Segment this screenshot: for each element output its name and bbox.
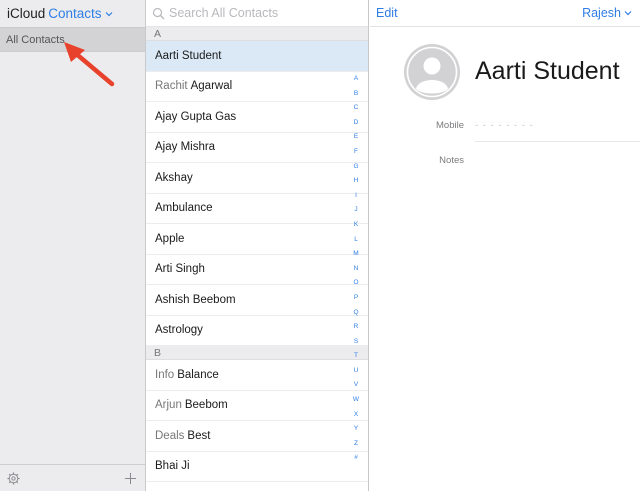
group-label: All Contacts: [6, 34, 65, 46]
index-letter[interactable]: B: [354, 87, 358, 102]
chevron-down-icon: [105, 11, 112, 16]
index-letter[interactable]: A: [354, 72, 358, 87]
section-header: A: [146, 27, 368, 41]
contact-name: Aarti Student: [475, 57, 620, 85]
contact-name-label: Ashish Beebom: [155, 293, 236, 306]
index-letter[interactable]: K: [354, 218, 358, 233]
gear-icon[interactable]: [7, 472, 20, 485]
contact-name-label: Ambulance: [155, 202, 213, 215]
index-letter[interactable]: Y: [354, 422, 358, 437]
contact-first-name: Deals: [155, 429, 185, 442]
contact-row[interactable]: Info Balance: [146, 360, 368, 391]
sidebar-header: iCloud Contacts: [0, 0, 145, 27]
section-header: B: [146, 346, 368, 360]
index-letter[interactable]: R: [354, 320, 359, 335]
contact-row[interactable]: Aarti Student: [146, 41, 368, 72]
index-letter[interactable]: L: [354, 233, 358, 248]
contact-row[interactable]: Ajay Gupta Gas: [146, 102, 368, 133]
contact-name-label: Ajay Mishra: [155, 141, 216, 154]
contact-row[interactable]: Deals Best: [146, 421, 368, 452]
contact-name-label: Balance: [177, 368, 219, 381]
contact-row[interactable]: Arti Singh: [146, 255, 368, 285]
detail-header: Edit Rajesh: [370, 0, 640, 27]
arrow-annotation: [64, 42, 115, 87]
notes-label: Notes: [439, 155, 464, 166]
contact-first-name: Rachit: [155, 80, 188, 93]
contact-name-label: Bhai Ji: [155, 460, 190, 473]
contact-name-label: Ajay Gupta Gas: [155, 110, 237, 123]
index-letter[interactable]: C: [354, 101, 359, 116]
plus-icon[interactable]: [124, 472, 137, 485]
index-letter[interactable]: V: [354, 378, 358, 393]
contact-name-label: Arti Singh: [155, 263, 205, 276]
contact-name-label: Astrology: [155, 324, 203, 337]
index-letter[interactable]: D: [354, 116, 359, 131]
sidebar-footer: [0, 464, 145, 491]
index-letter[interactable]: H: [354, 174, 359, 189]
contact-name-label: Beebom: [184, 399, 228, 412]
contact-first-name: Arjun: [155, 399, 182, 412]
index-letter[interactable]: Z: [354, 437, 358, 452]
index-letter[interactable]: I: [355, 189, 357, 204]
alphabet-index[interactable]: A B C D E F G H I J K L M N O P Q R S T U V W X Y Z #: [347, 72, 365, 466]
mobile-value[interactable]: - - - - - - - -: [475, 120, 534, 131]
search-input[interactable]: Search All Contacts: [169, 6, 278, 20]
index-letter[interactable]: P: [354, 291, 358, 306]
field-divider: [475, 141, 640, 142]
contact-row[interactable]: Apple: [146, 224, 368, 255]
app-name: Contacts: [48, 6, 102, 21]
contact-row[interactable]: Ajay Mishra: [146, 133, 368, 163]
index-letter[interactable]: X: [354, 408, 358, 423]
index-letter[interactable]: N: [354, 262, 359, 277]
contact-name-label: Aarti Student: [155, 49, 222, 62]
contact-first-name: Info: [155, 368, 175, 381]
avatar-placeholder-icon: [404, 44, 460, 100]
index-letter[interactable]: O: [353, 276, 358, 291]
index-letter[interactable]: T: [354, 349, 358, 364]
brand-label: iCloud: [7, 6, 46, 21]
index-letter[interactable]: Q: [353, 306, 358, 321]
index-letter[interactable]: M: [353, 247, 358, 262]
chevron-down-icon: [624, 11, 632, 16]
index-letter[interactable]: G: [353, 160, 358, 175]
contact-row[interactable]: Rachit Agarwal: [146, 72, 368, 102]
account-name: Rajesh: [582, 6, 621, 20]
search-bar[interactable]: Search All Contacts: [146, 0, 368, 27]
edit-button[interactable]: Edit: [376, 6, 398, 20]
contact-row[interactable]: Astrology: [146, 316, 368, 346]
index-letter[interactable]: S: [354, 335, 358, 350]
contact-row[interactable]: Ambulance: [146, 194, 368, 224]
search-icon: [152, 7, 165, 19]
contact-list: A Aarti Student Rachit Agarwal Ajay Gupta Ga…: [146, 27, 368, 482]
contact-row[interactable]: Akshay: [146, 163, 368, 194]
mobile-label: Mobile: [436, 120, 464, 131]
account-menu-button[interactable]: Rajesh: [582, 6, 632, 20]
contact-name-label: Best: [187, 429, 211, 442]
contact-name-label: Agarwal: [190, 80, 233, 93]
contact-row[interactable]: Arjun Beebom: [146, 391, 368, 421]
index-letter[interactable]: J: [354, 203, 357, 218]
index-letter[interactable]: #: [354, 451, 358, 466]
index-letter[interactable]: U: [354, 364, 359, 379]
contact-list-pane: Search All Contacts A Aarti Student Rachit…: [146, 0, 369, 491]
contact-row[interactable]: Bhai Ji: [146, 452, 368, 482]
contact-name-label: Apple: [155, 232, 185, 245]
index-letter[interactable]: E: [354, 130, 358, 145]
app-menu-button[interactable]: Contacts: [48, 6, 112, 21]
contact-row[interactable]: Ashish Beebom: [146, 285, 368, 316]
index-letter[interactable]: W: [353, 393, 359, 408]
contact-name-label: Akshay: [155, 171, 193, 184]
index-letter[interactable]: F: [354, 145, 358, 160]
